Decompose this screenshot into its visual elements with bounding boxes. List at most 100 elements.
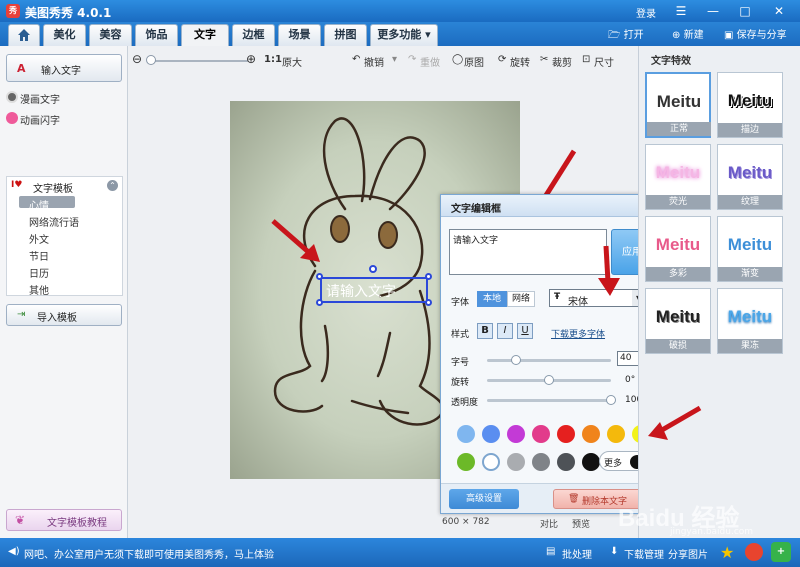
effect-sample: Meitu <box>727 91 773 110</box>
opacity-label: 透明度 <box>451 398 479 408</box>
sidebar-item-animated-text[interactable]: 动画闪字 <box>20 112 60 127</box>
overlay-text[interactable]: 请输入文字 <box>326 281 396 301</box>
color-swatch[interactable] <box>582 425 600 443</box>
color-swatch[interactable] <box>482 425 500 443</box>
save-share-button[interactable]: ▣ 保存与分享 <box>724 26 787 41</box>
resize-handle[interactable] <box>316 273 323 280</box>
size-button[interactable]: 尺寸 <box>594 54 614 69</box>
effect-tile[interactable]: Meitu 描边 <box>717 72 783 138</box>
style-label: 样式 <box>451 330 470 340</box>
resize-handle[interactable] <box>425 273 432 280</box>
maximize-icon[interactable]: □ <box>736 2 754 20</box>
font-source-local[interactable]: 本地 <box>477 291 507 307</box>
zoom-slider[interactable] <box>148 60 248 62</box>
effect-tile[interactable]: Meitu 渐变 <box>717 216 783 282</box>
tab-collage[interactable]: 拼图 <box>324 24 367 46</box>
effect-tile[interactable]: Meitu 荧光 <box>645 144 711 210</box>
color-swatch[interactable] <box>457 453 475 471</box>
color-swatch[interactable] <box>582 453 600 471</box>
batch-process-button[interactable]: 批处理 <box>562 546 592 561</box>
rotate-button[interactable]: 旋转 <box>510 54 530 69</box>
rotation-slider-knob[interactable] <box>544 375 554 385</box>
underline-button[interactable]: U <box>517 323 533 339</box>
undo-dropdown-icon[interactable]: ▾ <box>392 54 397 65</box>
bold-button[interactable]: B <box>477 323 493 339</box>
download-fonts-link[interactable]: 下载更多字体 <box>551 327 605 340</box>
template-item-holidays[interactable]: 节日 <box>29 248 49 263</box>
opacity-slider[interactable] <box>487 399 611 402</box>
tab-frames[interactable]: 边框 <box>232 24 275 46</box>
template-item-calendar[interactable]: 日历 <box>29 265 49 280</box>
italic-button[interactable]: I <box>497 323 513 339</box>
tab-beauty[interactable]: 美容 <box>89 24 132 46</box>
color-swatch[interactable] <box>557 453 575 471</box>
advanced-settings-button[interactable]: 高级设置 <box>449 489 519 509</box>
menu-icon[interactable]: ☰ <box>672 2 690 20</box>
redo-button[interactable]: 重做 <box>420 54 440 69</box>
login-link[interactable]: 登录 <box>636 5 656 20</box>
effect-tile[interactable]: Meitu 正常 <box>645 72 711 138</box>
text-template-tutorial-button[interactable]: ❦ 文字模板教程 <box>6 509 122 531</box>
preview-button[interactable]: 预览 <box>572 517 590 530</box>
tab-text[interactable]: 文字 <box>181 24 229 46</box>
weibo-icon[interactable] <box>745 543 763 561</box>
color-swatch[interactable] <box>607 425 625 443</box>
compare-button[interactable]: 对比 <box>540 517 558 530</box>
status-message[interactable]: 网吧、办公室用户无须下载即可使用美图秀秀，马上体验 <box>24 546 274 561</box>
new-button[interactable]: ⊕ 新建 <box>672 26 704 41</box>
font-size-slider[interactable] <box>487 359 611 362</box>
font-source-online[interactable]: 网络 <box>507 291 535 307</box>
color-swatch[interactable] <box>457 425 475 443</box>
original-image-button[interactable]: 原图 <box>464 54 484 69</box>
add-icon[interactable]: + <box>771 542 791 562</box>
font-size-slider-knob[interactable] <box>510 355 521 365</box>
color-swatch[interactable] <box>507 453 525 471</box>
undo-button[interactable]: 撤销 <box>364 54 384 69</box>
resize-handle[interactable] <box>425 299 432 306</box>
zoom-slider-knob[interactable] <box>146 55 156 65</box>
redo-icon: ↷ <box>408 54 417 65</box>
template-item-mood[interactable]: 心情 <box>29 197 49 212</box>
tab-beautify[interactable]: 美化 <box>43 24 86 46</box>
resize-handle[interactable] <box>316 299 323 306</box>
input-text-button[interactable]: A 输入文字 <box>6 54 122 82</box>
color-swatch[interactable] <box>532 453 550 471</box>
tab-more-features[interactable]: 更多功能 ▾ <box>370 24 438 46</box>
folder-icon: 🗁 <box>608 30 621 41</box>
download-manager-button[interactable]: 下载管理 <box>624 546 664 561</box>
template-header[interactable]: 文字模板 <box>33 180 73 195</box>
text-selection-box[interactable]: 请输入文字 <box>320 277 428 303</box>
scissors-icon: ✂ <box>540 54 549 65</box>
open-button[interactable]: 🗁 打开 <box>608 26 644 45</box>
star-icon[interactable]: ★ <box>720 543 738 562</box>
effect-tile[interactable]: Meitu 破损 <box>645 288 711 354</box>
template-item-other[interactable]: 其他 <box>29 282 49 297</box>
sidebar-item-comic-text[interactable]: 漫画文字 <box>20 91 60 106</box>
minimize-icon[interactable]: — <box>704 2 722 20</box>
tab-scenes[interactable]: 场景 <box>278 24 321 46</box>
color-swatch[interactable] <box>557 425 575 443</box>
tab-accessories[interactable]: 饰品 <box>135 24 178 46</box>
effect-tile[interactable]: Meitu 多彩 <box>645 216 711 282</box>
template-item-foreign[interactable]: 外文 <box>29 231 49 246</box>
opacity-slider-knob[interactable] <box>606 395 616 405</box>
zoom-in-icon[interactable]: ⊕ <box>246 52 256 66</box>
zoom-out-icon[interactable]: ⊖ <box>132 52 142 66</box>
color-swatch[interactable] <box>532 425 550 443</box>
template-item-internet-slang[interactable]: 网络流行语 <box>29 214 79 229</box>
color-swatch[interactable] <box>507 425 525 443</box>
share-image-button[interactable]: 分享图片 <box>668 546 708 561</box>
original-size-button[interactable]: 原大 <box>282 54 302 69</box>
zoom-ratio[interactable]: 1:1 <box>264 54 282 65</box>
effect-tile[interactable]: Meitu 果冻 <box>717 288 783 354</box>
crop-button[interactable]: 裁剪 <box>552 54 572 69</box>
trash-icon: 🗑 <box>568 494 580 504</box>
effect-tile[interactable]: Meitu 纹理 <box>717 144 783 210</box>
rotate-handle[interactable] <box>369 265 377 273</box>
collapse-icon[interactable]: ⌃ <box>107 180 118 191</box>
color-swatch[interactable] <box>482 453 500 471</box>
close-icon[interactable]: ✕ <box>770 2 788 20</box>
tab-home[interactable] <box>8 24 40 46</box>
text-input-area[interactable]: 请输入文字 <box>449 229 607 275</box>
import-template-button[interactable]: ⇥ 导入模板 <box>6 304 122 326</box>
